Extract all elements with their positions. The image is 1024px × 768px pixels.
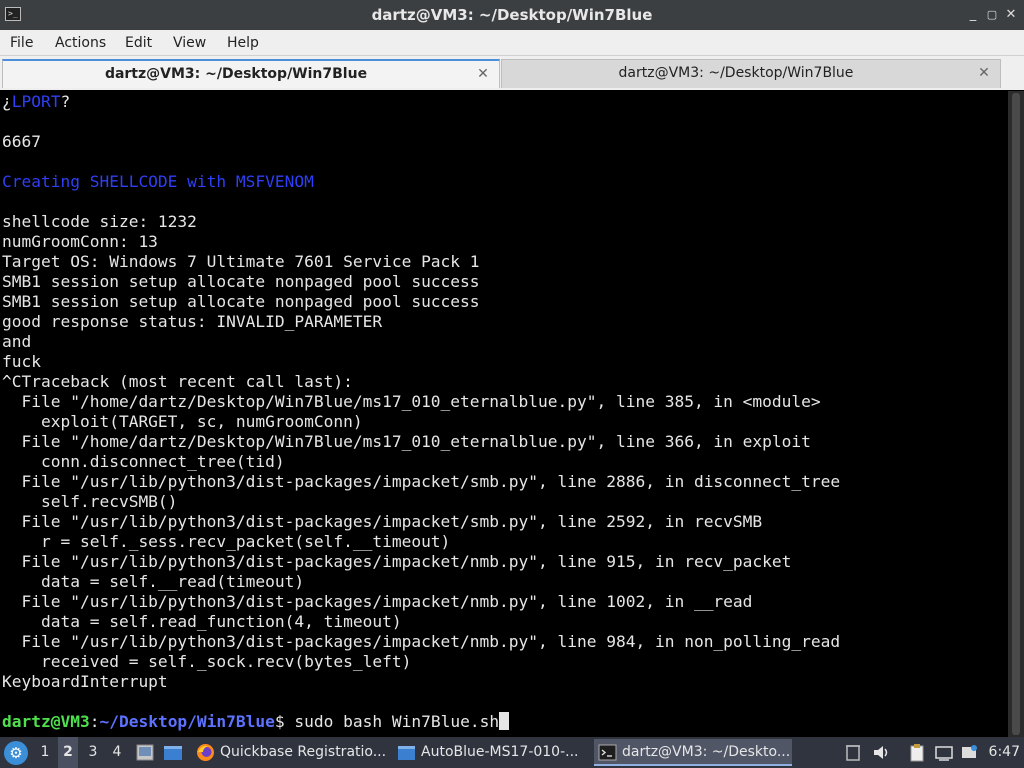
output-line: good response status: INVALID_PARAMETER — [2, 312, 383, 331]
tab-terminal-1[interactable]: dartz@VM3: ~/Desktop/Win7Blue ✕ — [2, 59, 500, 88]
output-line: self.recvSMB() — [40, 492, 178, 511]
tab-close-icon[interactable]: ✕ — [475, 66, 491, 82]
output-line: File "/usr/lib/python3/dist-packages/imp… — [21, 472, 841, 491]
output-line: File "/usr/lib/python3/dist-packages/imp… — [21, 552, 792, 571]
output-line: data = self.__read(timeout) — [40, 572, 305, 591]
folder-icon — [398, 746, 415, 760]
output-line: ^CTraceback (most recent call last): — [2, 372, 353, 391]
terminal-text: ¿LPORT? 6667 Creating SHELLCODE with MSF… — [0, 91, 1008, 733]
clock: 6:47 — [988, 744, 1020, 760]
start-menu-icon[interactable]: ⚙ — [4, 741, 28, 765]
output-line: r = self._sess.recv_packet(self.__timeou… — [40, 532, 451, 551]
task-label: dartz@VM3: ~/Deskto... — [622, 744, 791, 760]
output-line: File "/usr/lib/python3/dist-packages/imp… — [21, 632, 841, 651]
command-input[interactable]: sudo bash Win7Blue.sh — [285, 712, 499, 731]
task-autoblue-folder[interactable]: AutoBlue-MS17-010-... — [393, 739, 583, 766]
tab-terminal-2[interactable]: dartz@VM3: ~/Desktop/Win7Blue ✕ — [501, 59, 1001, 88]
workspace-2[interactable]: 2 — [58, 737, 78, 768]
output-line: received = self._sock.recv(bytes_left) — [40, 652, 412, 671]
output-line: KeyboardInterrupt — [2, 672, 168, 691]
output-line: numGroomConn: 13 — [2, 232, 158, 251]
terminal-output[interactable]: ¿LPORT? 6667 Creating SHELLCODE with MSF… — [0, 91, 1008, 737]
window-title-bar[interactable]: >_ dartz@VM3: ~/Desktop/Win7Blue _ ▢ ✕ — [0, 0, 1024, 30]
output-line: exploit(TARGET, sc, numGroomConn) — [40, 412, 363, 431]
output-line: conn.disconnect_tree(tid) — [40, 452, 285, 471]
network-icon[interactable] — [935, 743, 953, 762]
prompt-dollar: $ — [274, 712, 285, 731]
lport-suffix: ? — [60, 92, 71, 111]
maximize-button[interactable]: ▢ — [983, 6, 1001, 24]
menu-file[interactable]: File — [10, 30, 33, 56]
menu-actions[interactable]: Actions — [55, 30, 106, 56]
creating-shellcode-line: Creating SHELLCODE with MSFVENOM — [2, 172, 314, 191]
taskbar: ⚙ 1 2 3 4 Quickbase Registratio... AutoB… — [0, 737, 1024, 768]
tab-bar: dartz@VM3: ~/Desktop/Win7Blue ✕ dartz@VM… — [0, 56, 1024, 90]
trash-icon[interactable] — [844, 743, 862, 762]
menu-edit[interactable]: Edit — [125, 30, 152, 56]
task-label: AutoBlue-MS17-010-... — [421, 744, 579, 760]
minimize-button[interactable]: _ — [964, 6, 982, 24]
prompt-path: ~/Desktop/Win7Blue — [99, 712, 275, 731]
port-value: 6667 — [2, 132, 41, 151]
tab-close-icon[interactable]: ✕ — [976, 65, 992, 81]
show-desktop-icon[interactable] — [135, 743, 155, 762]
workspace-4[interactable]: 4 — [107, 737, 127, 768]
lport-prefix: ¿ — [2, 92, 12, 111]
notification-icon[interactable] — [960, 743, 978, 762]
firefox-icon — [197, 744, 214, 761]
tab-label: dartz@VM3: ~/Desktop/Win7Blue — [618, 65, 854, 81]
prompt-user: dartz@VM3 — [2, 712, 90, 731]
window-title: dartz@VM3: ~/Desktop/Win7Blue — [371, 6, 653, 24]
output-line: File "/home/dartz/Desktop/Win7Blue/ms17_… — [21, 392, 821, 411]
terminal-icon — [598, 744, 617, 761]
text-cursor — [499, 712, 510, 730]
output-line: File "/usr/lib/python3/dist-packages/imp… — [21, 512, 763, 531]
lport-word: LPORT — [11, 92, 61, 111]
output-line: and — [2, 332, 32, 351]
output-line: SMB1 session setup allocate nonpaged poo… — [2, 272, 480, 291]
task-quickbase-browser[interactable]: Quickbase Registratio... — [192, 739, 390, 766]
output-line: fuck — [2, 352, 41, 371]
output-line: data = self.read_function(4, timeout) — [40, 612, 402, 631]
menu-bar: File Actions Edit View Help — [0, 30, 1024, 56]
workspace-3[interactable]: 3 — [83, 737, 103, 768]
menu-help[interactable]: Help — [227, 30, 259, 56]
scrollbar-thumb[interactable] — [1012, 93, 1020, 735]
workspace-1[interactable]: 1 — [35, 737, 55, 768]
volume-icon[interactable] — [872, 743, 890, 762]
output-lines: shellcode size: 1232 numGroomConn: 13 Ta… — [2, 212, 840, 691]
close-button[interactable]: ✕ — [1002, 6, 1020, 24]
menu-view[interactable]: View — [173, 30, 206, 56]
tab-label: dartz@VM3: ~/Desktop/Win7Blue — [104, 66, 368, 82]
task-terminal[interactable]: dartz@VM3: ~/Deskto... — [594, 739, 792, 766]
task-label: Quickbase Registratio... — [220, 744, 387, 760]
output-line: File "/usr/lib/python3/dist-packages/imp… — [21, 592, 753, 611]
output-line: SMB1 session setup allocate nonpaged poo… — [2, 292, 480, 311]
output-line: shellcode size: 1232 — [2, 212, 197, 231]
terminal-scrollbar[interactable] — [1008, 91, 1024, 737]
output-line: File "/home/dartz/Desktop/Win7Blue/ms17_… — [21, 432, 811, 451]
output-line: Target OS: Windows 7 Ultimate 7601 Servi… — [2, 252, 480, 271]
clipboard-icon[interactable] — [908, 743, 926, 762]
prompt-colon: : — [89, 712, 100, 731]
window-switch-icon[interactable] — [163, 743, 183, 762]
